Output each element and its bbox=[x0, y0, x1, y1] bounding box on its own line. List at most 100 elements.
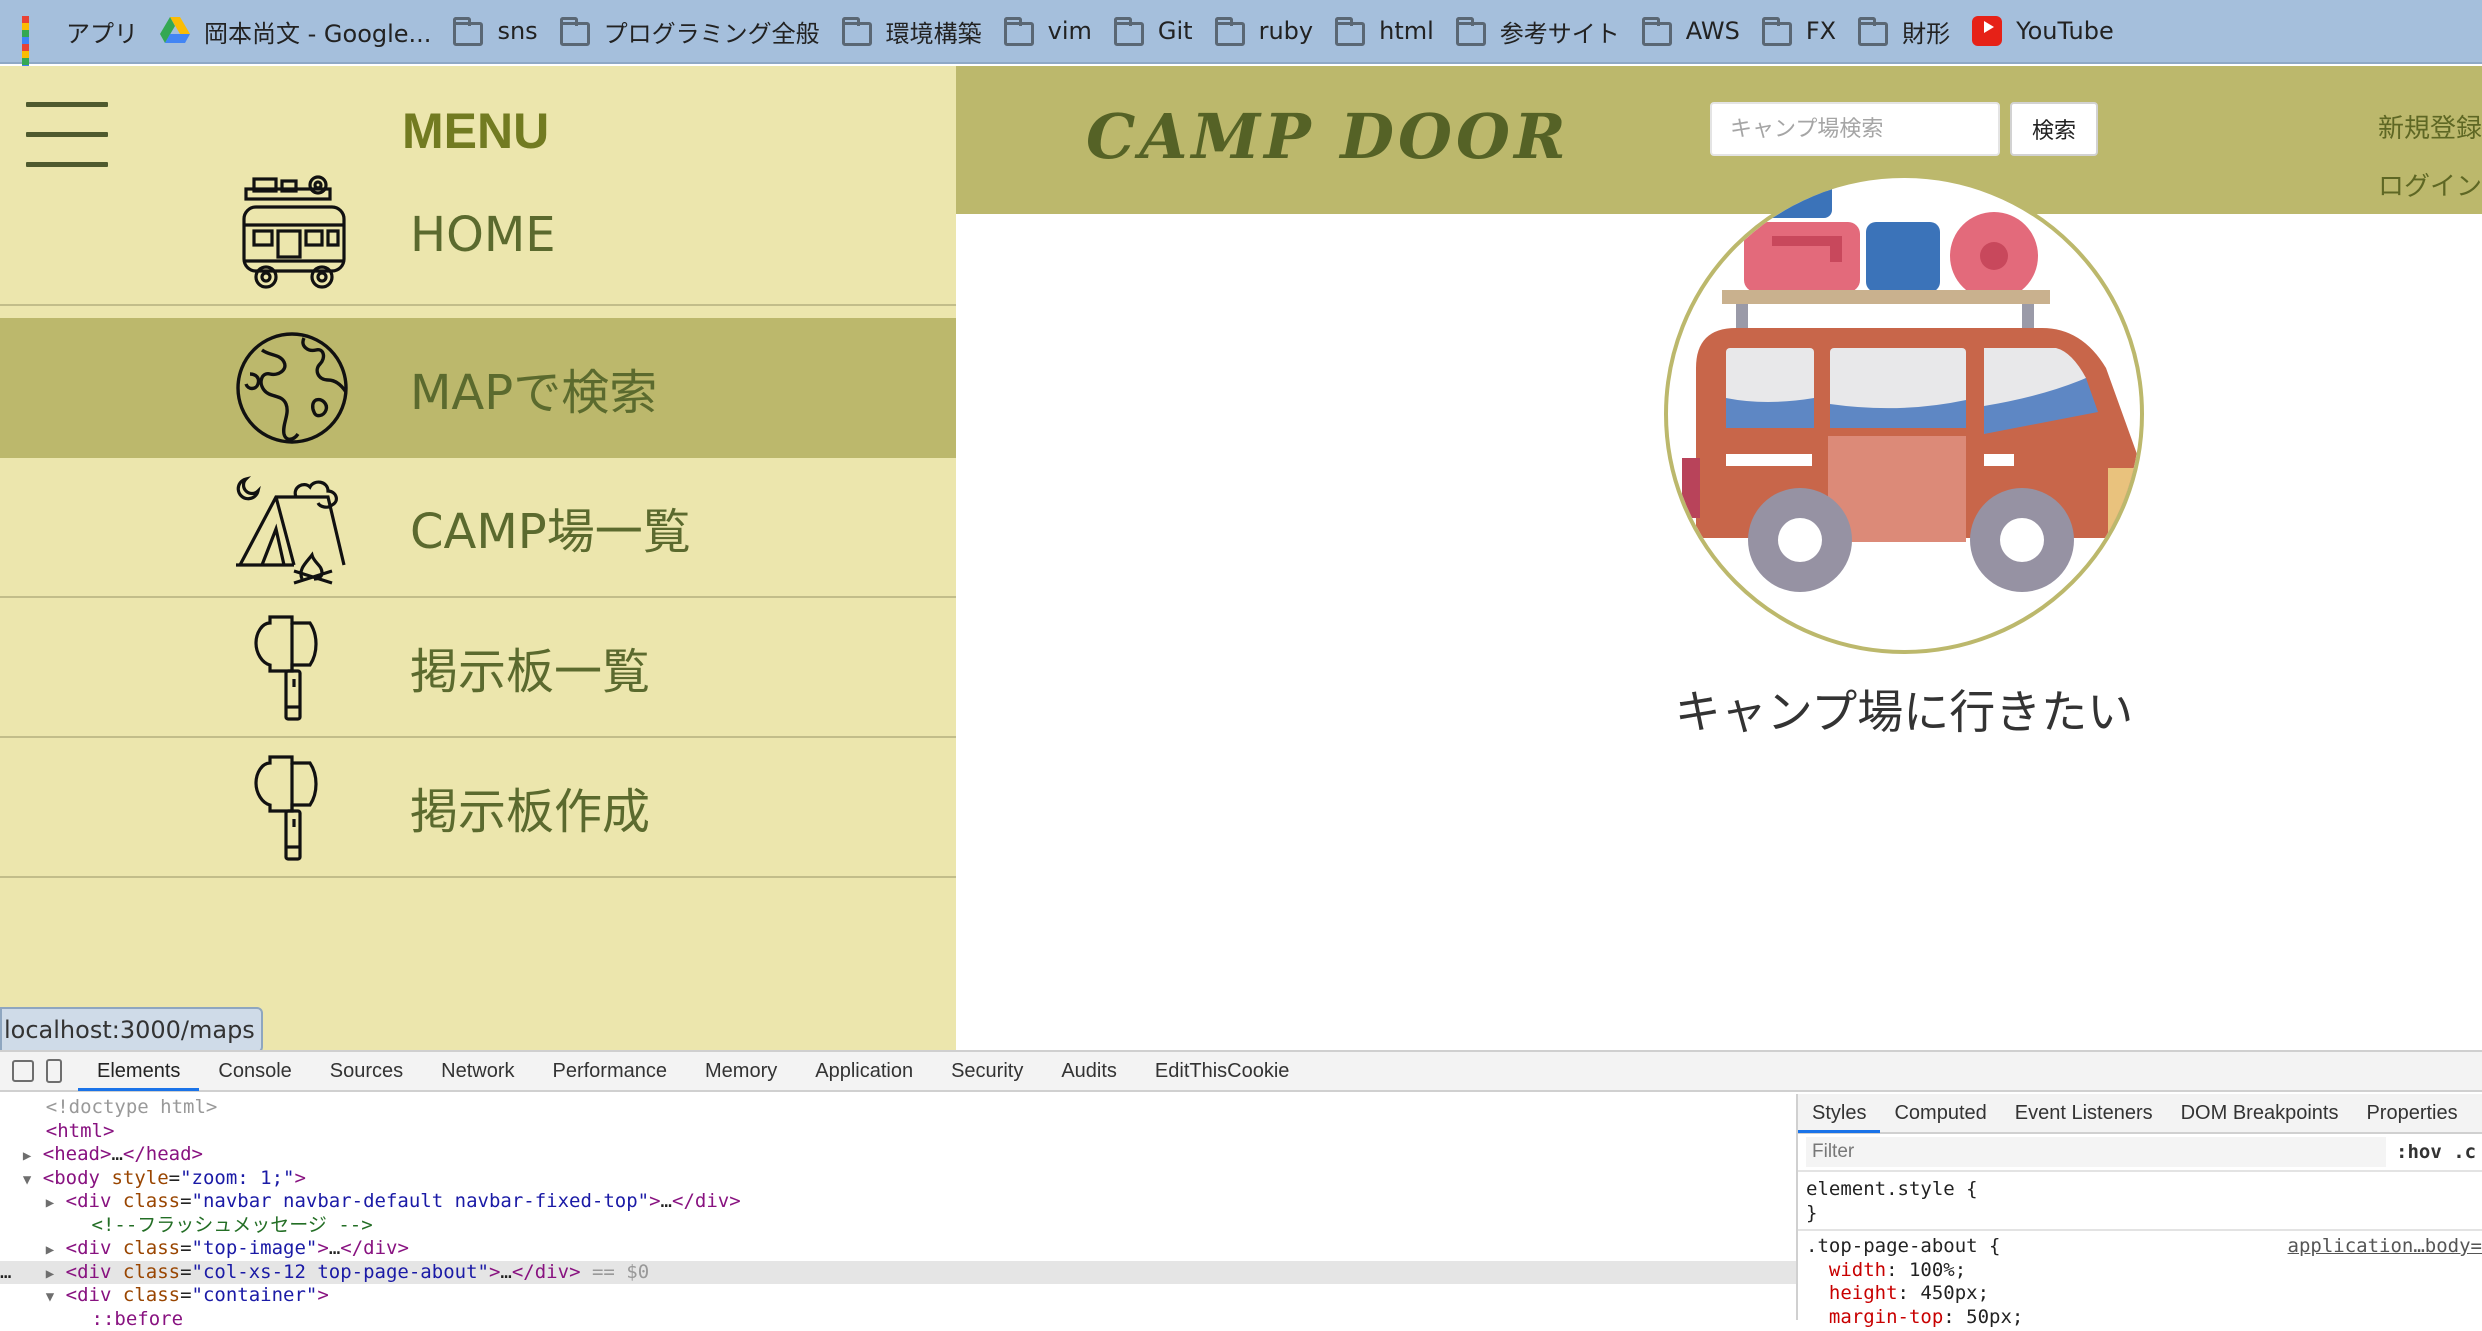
dom-tree-line[interactable]: ▶ <div class="navbar navbar-default navb… bbox=[0, 1190, 1796, 1214]
sidebar-item-camp-list[interactable]: CAMP場一覧 bbox=[0, 458, 956, 598]
devtools-tab-audits[interactable]: Audits bbox=[1042, 1051, 1136, 1091]
devtools-tab-security[interactable]: Security bbox=[932, 1051, 1042, 1091]
dom-tree-line[interactable]: ::before bbox=[0, 1308, 1796, 1331]
search-button[interactable]: 検索 bbox=[2010, 102, 2098, 156]
bookmark-item[interactable]: ruby bbox=[1215, 0, 1336, 63]
css-properties: width: 100%; height: 450px; margin-top: … bbox=[1798, 1259, 2482, 1330]
bookmark-item[interactable]: html bbox=[1335, 0, 1456, 63]
dom-tree-line[interactable]: <html> bbox=[0, 1120, 1796, 1144]
devtools-tabbar: ElementsConsoleSourcesNetworkPerformance… bbox=[0, 1052, 2482, 1092]
folder-icon bbox=[1004, 16, 1034, 46]
devtools-tab-network[interactable]: Network bbox=[422, 1051, 533, 1091]
folder-icon bbox=[560, 16, 590, 46]
elements-tree: <!doctype html> <html> ▶ <head>…</head> … bbox=[0, 1094, 1796, 1320]
globe-icon bbox=[232, 328, 352, 448]
bookmark-item[interactable]: プログラミング全般 bbox=[560, 0, 842, 63]
devtools-tab-memory[interactable]: Memory bbox=[686, 1051, 796, 1091]
styles-pane: StylesComputedEvent ListenersDOM Breakpo… bbox=[1796, 1094, 2482, 1320]
dom-tree-line[interactable]: <!--フラッシュメッセージ --> bbox=[0, 1214, 1796, 1238]
css-property[interactable]: width: 100%; bbox=[1798, 1259, 2482, 1283]
folder-icon bbox=[1456, 16, 1486, 46]
sidebar-item-board-create[interactable]: 掲示板作成 bbox=[0, 738, 956, 878]
dom-tree-line[interactable]: ▶ <div class="top-image">…</div> bbox=[0, 1237, 1796, 1261]
devtools-tab-console[interactable]: Console bbox=[199, 1051, 310, 1091]
login-link[interactable]: ログイン bbox=[2378, 166, 2482, 203]
folder-icon bbox=[1762, 16, 1792, 46]
folder-icon bbox=[453, 16, 483, 46]
bookmark-item[interactable]: 参考サイト bbox=[1456, 0, 1642, 63]
styles-tab-styles[interactable]: Styles bbox=[1798, 1093, 1880, 1133]
sidebar-item-label: 掲示板一覧 bbox=[410, 632, 650, 702]
devtools-tab-elements[interactable]: Elements bbox=[78, 1051, 199, 1091]
hero-caption: キャンプ場に行きたい bbox=[1664, 676, 2144, 742]
dom-tree-line[interactable]: ▶ <head>…</head> bbox=[0, 1143, 1796, 1167]
apps-grid-icon bbox=[22, 16, 52, 46]
bookmark-label: プログラミング全般 bbox=[604, 14, 820, 49]
bookmark-label: FX bbox=[1806, 17, 1836, 45]
sidebar-item-label: MAPで検索 bbox=[410, 353, 657, 423]
css-source-link[interactable]: application…body= bbox=[2288, 1235, 2482, 1257]
bookmark-item[interactable]: アプリ bbox=[22, 0, 160, 63]
folder-icon bbox=[1335, 16, 1365, 46]
bookmark-item[interactable]: Git bbox=[1114, 0, 1215, 63]
bookmark-label: AWS bbox=[1686, 17, 1740, 45]
styles-tab-computed[interactable]: Computed bbox=[1880, 1093, 2000, 1133]
bookmark-label: sns bbox=[497, 17, 537, 45]
devtools-tab-sources[interactable]: Sources bbox=[311, 1051, 422, 1091]
sidebar-item-home[interactable]: HOME bbox=[0, 166, 956, 306]
styles-tabbar: StylesComputedEvent ListenersDOM Breakpo… bbox=[1798, 1094, 2482, 1134]
bookmark-item[interactable]: 岡本尚文 - Google... bbox=[160, 0, 453, 63]
styles-filter-row: :hov .c bbox=[1798, 1134, 2482, 1172]
devtools-tab-performance[interactable]: Performance bbox=[534, 1051, 687, 1091]
css-property[interactable]: margin-top: 50px; bbox=[1798, 1306, 2482, 1330]
styles-tab-dom-breakpoints[interactable]: DOM Breakpoints bbox=[2167, 1093, 2353, 1133]
youtube-icon bbox=[1972, 16, 2002, 46]
devtools-tab-editthiscookie[interactable]: EditThisCookie bbox=[1136, 1051, 1309, 1091]
bookmark-label: ruby bbox=[1259, 17, 1314, 45]
signup-link[interactable]: 新規登録 bbox=[2378, 108, 2482, 145]
bookmark-item[interactable]: 財形 bbox=[1858, 0, 1972, 63]
camp-search-input[interactable] bbox=[1710, 102, 2000, 156]
site-logo[interactable]: CAMP DOOR bbox=[1086, 100, 1570, 173]
bookmark-item[interactable]: sns bbox=[453, 0, 559, 63]
dom-tree-line[interactable]: ▼ <div class="container"> bbox=[0, 1284, 1796, 1308]
dom-tree-line[interactable]: … ▶ <div class="col-xs-12 top-page-about… bbox=[0, 1261, 1796, 1285]
bookmark-label: Git bbox=[1158, 17, 1193, 45]
bookmark-label: html bbox=[1379, 17, 1434, 45]
bookmark-label: YouTube bbox=[2016, 17, 2114, 45]
sidebar-item-label: HOME bbox=[410, 207, 556, 263]
folder-icon bbox=[1114, 16, 1144, 46]
styles-tab-event-listeners[interactable]: Event Listeners bbox=[2001, 1093, 2167, 1133]
sidebar-item-label: CAMP場一覧 bbox=[410, 492, 691, 562]
bookmark-item[interactable]: vim bbox=[1004, 0, 1114, 63]
google-drive-icon bbox=[160, 16, 190, 46]
element-style-rule: element.style { bbox=[1798, 1178, 2482, 1202]
dom-tree-line[interactable]: <!doctype html> bbox=[0, 1096, 1796, 1120]
sidebar-menu: MENU HOME MAPで検索 bbox=[0, 66, 956, 1050]
css-property[interactable]: height: 450px; bbox=[1798, 1282, 2482, 1306]
folder-icon bbox=[1858, 16, 1888, 46]
axe-icon bbox=[232, 607, 352, 727]
hov-toggle[interactable]: :hov .c bbox=[2396, 1141, 2476, 1163]
sidebar-item-label: 掲示板作成 bbox=[410, 772, 650, 842]
sidebar-item-board-list[interactable]: 掲示板一覧 bbox=[0, 598, 956, 738]
devtools-panel: ElementsConsoleSourcesNetworkPerformance… bbox=[0, 1050, 2482, 1318]
hamburger-menu-icon[interactable] bbox=[26, 102, 108, 168]
bookmark-item[interactable]: AWS bbox=[1642, 0, 1762, 63]
inspect-element-icon[interactable] bbox=[12, 1060, 34, 1082]
bookmark-item[interactable]: 環境構築 bbox=[842, 0, 1004, 63]
bookmark-item[interactable]: YouTube bbox=[1972, 0, 2136, 63]
site-header: CAMP DOOR 検索 新規登録 ログイン bbox=[956, 66, 2482, 214]
bookmark-item[interactable]: FX bbox=[1762, 0, 1858, 63]
camper-van-image bbox=[1668, 178, 2144, 654]
styles-filter-input[interactable] bbox=[1806, 1137, 2386, 1167]
bookmark-label: 参考サイト bbox=[1500, 14, 1620, 49]
bookmark-label: 岡本尚文 - Google... bbox=[204, 14, 431, 49]
device-toolbar-icon[interactable] bbox=[46, 1059, 62, 1083]
van-icon bbox=[232, 175, 352, 295]
styles-tab-properties[interactable]: Properties bbox=[2352, 1093, 2471, 1133]
devtools-tab-application[interactable]: Application bbox=[796, 1051, 932, 1091]
sidebar-item-map-search[interactable]: MAPで検索 bbox=[0, 318, 956, 458]
dom-tree-line[interactable]: ▼ <body style="zoom: 1;"> bbox=[0, 1167, 1796, 1191]
bookmark-label: 環境構築 bbox=[886, 14, 982, 49]
